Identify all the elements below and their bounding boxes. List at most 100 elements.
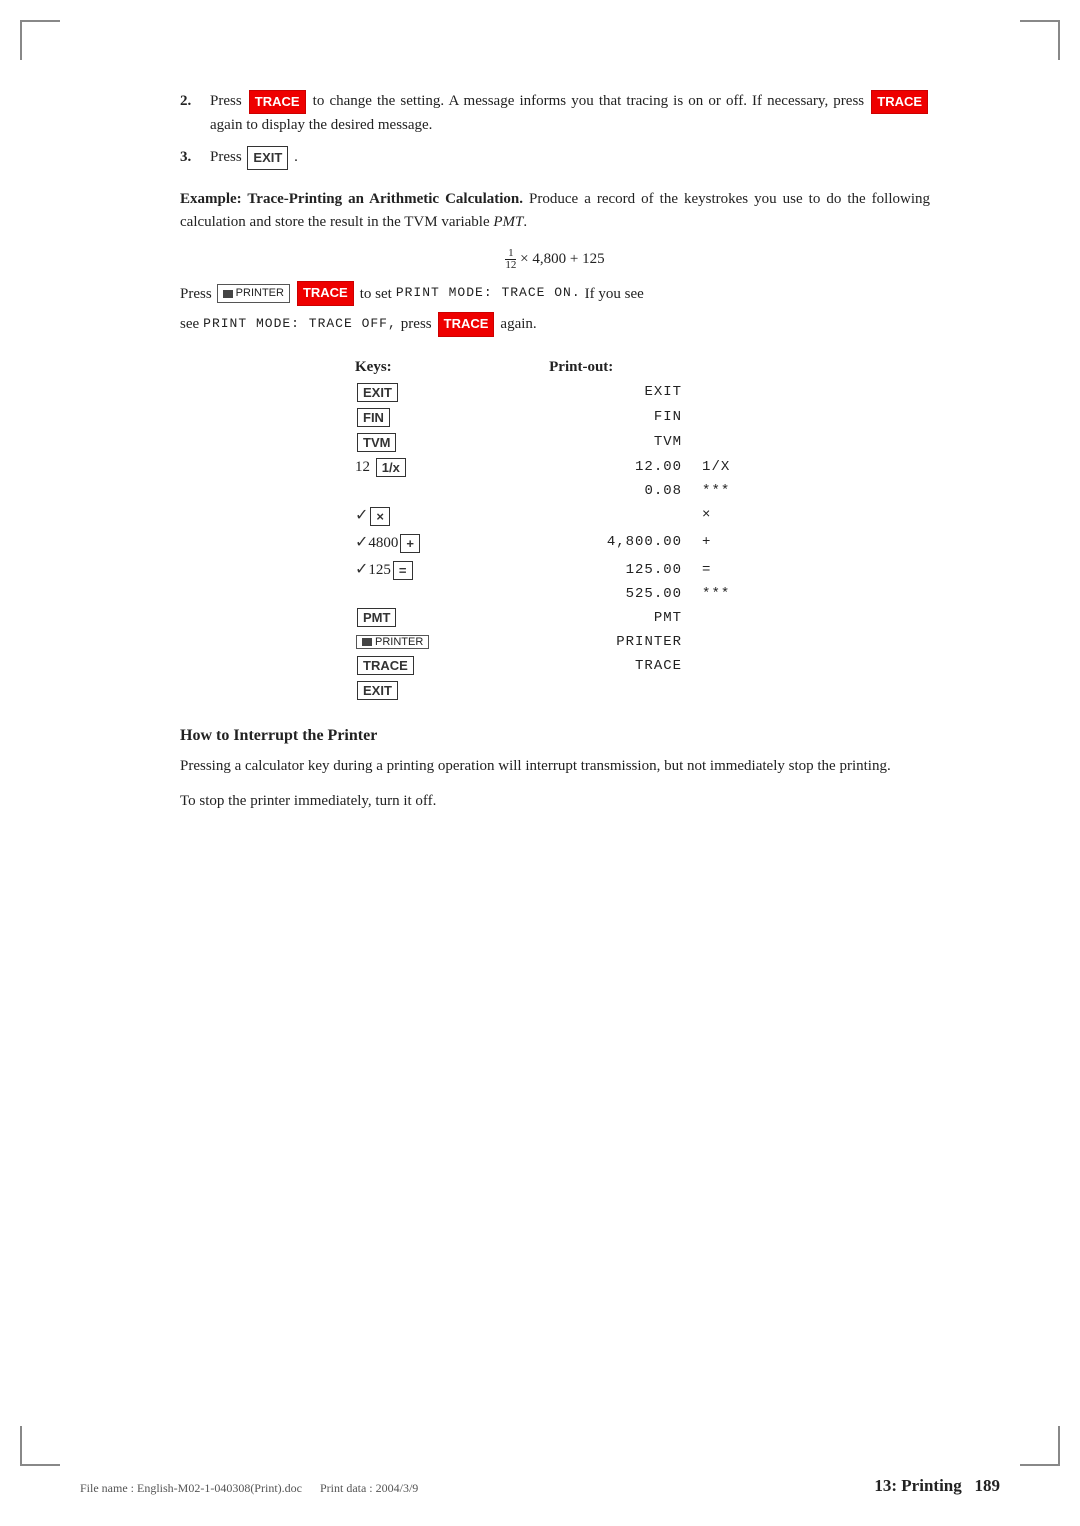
table-cell-symbol (692, 653, 765, 678)
formula-rest: × 4,800 + 125 (520, 251, 604, 267)
step2-text-after-key1: to change the setting. A message informs… (313, 93, 864, 109)
table-cell-printout: 125.00 (489, 556, 692, 583)
step3-text-before-key: Press (210, 149, 242, 165)
printer-square-icon (362, 638, 372, 646)
table-cell-key: TRACE (345, 653, 489, 678)
table-cell-symbol (692, 630, 765, 653)
col-keys-header: Keys: (345, 355, 489, 380)
key-badge-checked: × (370, 507, 390, 526)
key-badge: FIN (357, 408, 390, 427)
checkmark-icon: ✓ (355, 534, 368, 551)
table-cell-symbol: = (692, 556, 765, 583)
table-cell-symbol: 1/X (692, 455, 765, 480)
printer-icon-small (223, 290, 233, 298)
corner-mark-tl (20, 20, 60, 60)
step-3-num: 3. (180, 146, 210, 170)
trace-key-printmode: TRACE (297, 281, 354, 306)
table-cell-key: EXIT (345, 678, 489, 703)
step-2-num: 2. (180, 90, 210, 136)
table-cell-symbol: + (692, 529, 765, 556)
keys-printout-table: Keys: Print-out: EXITEXITFINFINTVMTVM12 … (345, 355, 765, 703)
table-row: TVM TVM (345, 430, 765, 455)
table-cell-symbol (692, 605, 765, 630)
table-cell-key (345, 583, 489, 605)
table-cell-key: ✓4800+ (345, 529, 489, 556)
table-cell-printout: TRACE (489, 653, 692, 678)
example-label: Example: Trace-Printing an Arithmetic Ca… (180, 191, 523, 207)
table-cell-printout: EXIT (489, 380, 692, 405)
step-3-body: Press EXIT . (210, 146, 930, 170)
table-cell-key: FIN (345, 405, 489, 430)
print-mode-line: Press PRINTER TRACE to set PRINT MODE: T… (180, 281, 930, 306)
footer-page-num: 13: Printing 189 (874, 1476, 1000, 1496)
page-content: 2. Press TRACE to change the setting. A … (80, 60, 1000, 856)
table-cell-key: ✓125= (345, 556, 489, 583)
table-row: 525.00*** (345, 583, 765, 605)
table-cell-printout (489, 502, 692, 529)
key-badge: EXIT (357, 383, 398, 402)
table-row: ✓125=125.00= (345, 556, 765, 583)
footer-chapter: 13: Printing (874, 1476, 961, 1495)
key-number: 12 (355, 459, 374, 475)
table-cell-key (345, 480, 489, 502)
step-2: 2. Press TRACE to change the setting. A … (180, 90, 930, 136)
table-row: EXIT (345, 678, 765, 703)
key-number: 4800 (368, 535, 398, 551)
print-mode-code: PRINT MODE: TRACE ON. (396, 283, 581, 304)
printer-badge-row: PRINTER (356, 635, 429, 649)
table-cell-printout: TVM (489, 430, 692, 455)
print-mode-text: to set (360, 282, 392, 306)
section-heading: How to Interrupt the Printer (180, 727, 930, 745)
press-text-again: press (401, 312, 432, 336)
table-cell-symbol: × (692, 502, 765, 529)
table-cell-symbol (692, 380, 765, 405)
frac-denominator: 12 (505, 260, 516, 271)
key-badge: TVM (357, 433, 396, 452)
again-text: again. (500, 312, 536, 336)
key-badge: PMT (357, 608, 396, 627)
table-row: ✓4800+4,800.00+ (345, 529, 765, 556)
table-row: TRACE TRACE (345, 653, 765, 678)
step-3: 3. Press EXIT . (180, 146, 930, 170)
footer-page: 189 (975, 1476, 1001, 1495)
page: 2. Press TRACE to change the setting. A … (0, 0, 1080, 1526)
footer-left: File name : English-M02-1-040308(Print).… (80, 1481, 418, 1496)
formula: 1 12 × 4,800 + 125 (180, 248, 930, 271)
table-cell-key: PMT (345, 605, 489, 630)
table-cell-printout: FIN (489, 405, 692, 430)
table-row: 0.08*** (345, 480, 765, 502)
table-cell-printout: 525.00 (489, 583, 692, 605)
step2-text-after-key2: again to display the desired message. (210, 117, 432, 133)
table-cell-key: 12 1/x (345, 455, 489, 480)
print-mode-suffix: If you see (585, 282, 644, 306)
section-para-2: To stop the printer immediately, turn it… (180, 790, 930, 813)
fraction: 1 12 (505, 248, 516, 271)
example-intro-para: Example: Trace-Printing an Arithmetic Ca… (180, 188, 930, 235)
checkmark-icon: ✓ (355, 507, 368, 524)
key-badge: EXIT (357, 681, 398, 700)
table-cell-key: EXIT (345, 380, 489, 405)
section-how-to-interrupt: How to Interrupt the Printer Pressing a … (180, 727, 930, 814)
table-row: ✓×× (345, 502, 765, 529)
step3-text-after-key: . (294, 149, 298, 165)
table-cell-symbol (692, 678, 765, 703)
col-printout-header: Print-out: (489, 355, 692, 380)
table-cell-symbol: *** (692, 583, 765, 605)
table-cell-printout: PMT (489, 605, 692, 630)
key-badge: TRACE (357, 656, 414, 675)
table-row: PMT PMT (345, 605, 765, 630)
table-cell-printout: 4,800.00 (489, 529, 692, 556)
trace-key-1: TRACE (249, 90, 306, 114)
checkmark-icon: ✓ (355, 561, 368, 578)
table-cell-key: ✓× (345, 502, 489, 529)
print-mode-code2: PRINT MODE: TRACE OFF, (203, 314, 397, 335)
step-2-body: Press TRACE to change the setting. A mes… (210, 90, 930, 136)
table-cell-key: PRINTER (345, 630, 489, 653)
table-cell-printout: PRINTER (489, 630, 692, 653)
printer-label: PRINTER (236, 285, 284, 303)
see-text: see (180, 312, 199, 336)
example-variable: PMT (493, 214, 523, 230)
key-badge-combo-check: + (400, 534, 420, 553)
trace-key-again: TRACE (438, 312, 495, 337)
table-row: PRINTER PRINTER (345, 630, 765, 653)
